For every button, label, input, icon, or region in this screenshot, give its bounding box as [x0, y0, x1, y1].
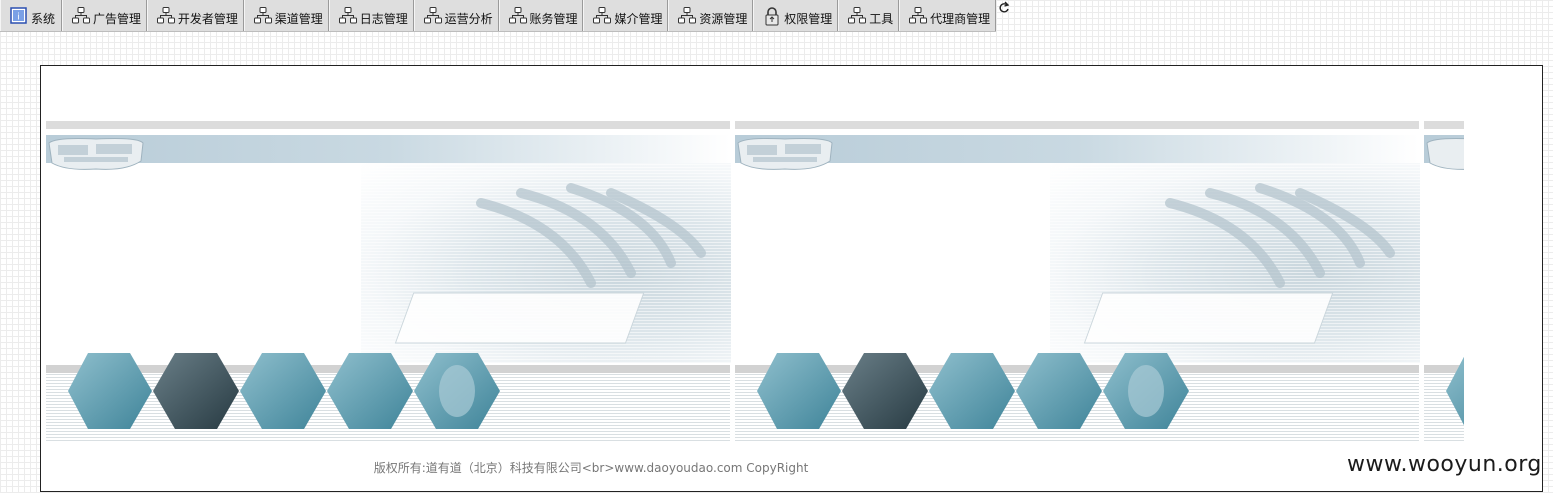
hexagon-photo-strip [1446, 356, 1464, 426]
menu-item-channel-management[interactable]: 渠道管理 [243, 0, 329, 31]
menu-item-tools[interactable]: 工具 [838, 0, 900, 31]
top-menu-bar: i 系统 广告管理 开发者管理 渠道管理 日志管理 运营分析 账务管理 媒介管理… [0, 0, 997, 32]
module-icon [592, 6, 612, 26]
menu-item-accounting-management[interactable]: 账务管理 [498, 0, 584, 31]
typing-hands-graphic [361, 163, 731, 363]
menu-label: 权限管理 [784, 12, 833, 26]
banner-tile [1424, 121, 1464, 445]
module-icon [847, 6, 867, 26]
menu-item-ad-management[interactable]: 广告管理 [61, 0, 147, 31]
menu-item-agent-management[interactable]: 代理商管理 [899, 0, 997, 31]
menu-item-developer-management[interactable]: 开发者管理 [146, 0, 244, 31]
module-icon [677, 6, 697, 26]
menu-item-log-management[interactable]: 日志管理 [328, 0, 414, 31]
menu-label: 资源管理 [699, 12, 748, 26]
menu-item-operations-analysis[interactable]: 运营分析 [413, 0, 499, 31]
keyboard-graphic [1426, 138, 1464, 170]
module-icon [253, 6, 273, 26]
hexagon-photo-strip [68, 353, 500, 429]
menu-item-system[interactable]: i 系统 [0, 0, 62, 31]
watermark-text: www.wooyun.org [1347, 452, 1542, 477]
module-icon [508, 6, 528, 26]
lock-icon [762, 6, 782, 26]
header-banner-image [46, 121, 1464, 445]
hexagon-photo-strip [757, 353, 1189, 429]
module-icon [156, 6, 176, 26]
system-icon: i [9, 6, 29, 26]
keyboard-graphic [48, 138, 144, 170]
banner-tile [735, 121, 1425, 445]
menu-label: 渠道管理 [274, 12, 323, 26]
module-icon [423, 6, 443, 26]
menu-label: 广告管理 [92, 12, 141, 26]
menu-label: 系统 [31, 12, 56, 26]
module-icon [71, 6, 91, 26]
typing-hands-graphic [1050, 163, 1420, 363]
menu-item-resource-management[interactable]: 资源管理 [668, 0, 754, 31]
copyright-text: 版权所有:道有道（北京）科技有限公司<br>www.daoyoudao.com … [373, 461, 809, 475]
menu-label: 账务管理 [529, 12, 578, 26]
main-content-frame: 版权所有:道有道（北京）科技有限公司<br>www.daoyoudao.com … [40, 65, 1543, 492]
menu-label: 开发者管理 [177, 12, 238, 26]
menu-item-permission-management[interactable]: 权限管理 [753, 0, 839, 31]
menu-item-media-management[interactable]: 媒介管理 [583, 0, 669, 31]
menu-label: 日志管理 [359, 12, 408, 26]
menu-label: 媒介管理 [614, 12, 663, 26]
menu-label: 工具 [869, 12, 894, 26]
module-icon [908, 6, 928, 26]
menu-label: 运营分析 [444, 12, 493, 26]
svg-text:i: i [17, 12, 20, 22]
menu-label: 代理商管理 [930, 12, 991, 26]
module-icon [338, 6, 358, 26]
refresh-icon[interactable] [998, 1, 1010, 15]
keyboard-graphic [737, 138, 833, 170]
banner-tile [46, 121, 736, 445]
